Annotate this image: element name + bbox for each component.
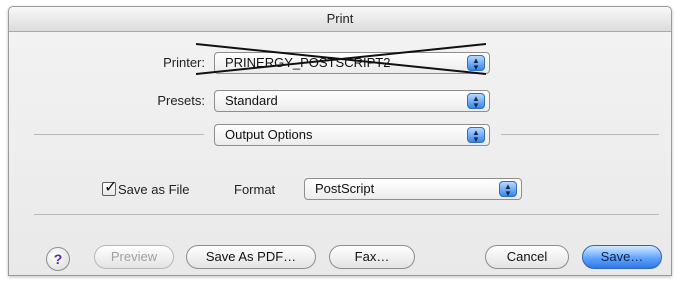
printer-popup[interactable]: PRINERGY_POSTSCRIPT2 ▲ ▼ bbox=[214, 52, 490, 74]
presets-value: Standard bbox=[225, 93, 278, 108]
fax-button[interactable]: Fax… bbox=[329, 245, 415, 269]
format-popup[interactable]: PostScript ▲ ▼ bbox=[304, 178, 522, 200]
popup-arrows-icon: ▲ ▼ bbox=[499, 181, 517, 198]
cancel-button[interactable]: Cancel bbox=[485, 245, 569, 269]
presets-label: Presets: bbox=[157, 93, 205, 108]
panel-value: Output Options bbox=[225, 127, 313, 142]
panel-popup[interactable]: Output Options ▲ ▼ bbox=[214, 124, 490, 146]
format-value: PostScript bbox=[315, 181, 375, 196]
title-bar: Print bbox=[9, 7, 671, 32]
bottom-divider bbox=[34, 214, 659, 215]
checkmark-icon: ✓ bbox=[104, 179, 118, 196]
window-title: Print bbox=[326, 11, 354, 26]
panel-divider-left bbox=[34, 134, 204, 135]
save-as-file-label: Save as File bbox=[118, 182, 190, 197]
popup-arrows-icon: ▲ ▼ bbox=[467, 55, 485, 72]
printer-value: PRINERGY_POSTSCRIPT2 bbox=[225, 55, 391, 70]
save-as-pdf-button[interactable]: Save As PDF… bbox=[186, 245, 316, 269]
popup-arrows-icon: ▲ ▼ bbox=[467, 93, 485, 110]
help-icon: ? bbox=[53, 251, 63, 267]
panel-divider-right bbox=[501, 134, 659, 135]
preview-button[interactable]: Preview bbox=[94, 245, 174, 269]
presets-popup[interactable]: Standard ▲ ▼ bbox=[214, 90, 490, 112]
print-dialog: Print Printer: PRINERGY_POSTSCRIPT2 ▲ ▼ P… bbox=[8, 6, 672, 276]
help-button[interactable]: ? bbox=[46, 247, 70, 271]
save-as-file-checkbox[interactable]: ✓ bbox=[102, 179, 118, 196]
save-button[interactable]: Save… bbox=[582, 245, 662, 269]
format-label: Format bbox=[234, 182, 276, 197]
printer-label: Printer: bbox=[163, 55, 205, 70]
popup-arrows-icon: ▲ ▼ bbox=[467, 127, 485, 144]
